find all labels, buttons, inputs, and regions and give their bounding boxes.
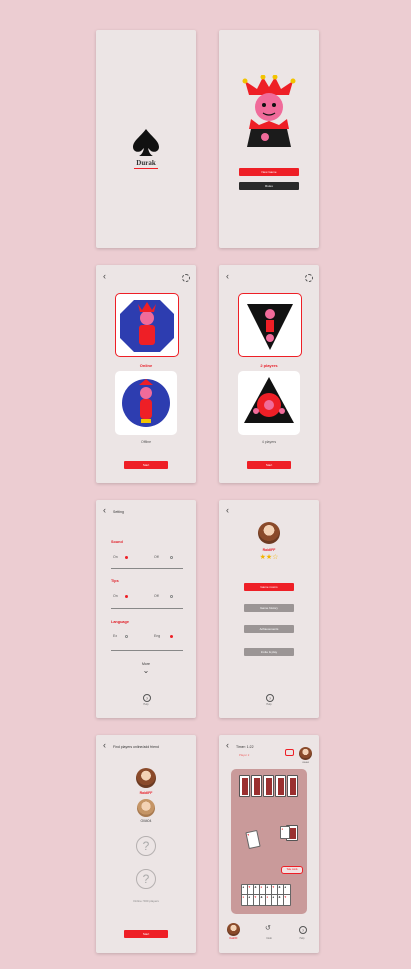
cards-icon — [285, 749, 294, 756]
help-icon[interactable]: ? — [143, 694, 151, 702]
star-outline-icon: ☆ — [272, 554, 279, 561]
settings-title: Setting — [113, 510, 124, 514]
tips-on-radio[interactable] — [125, 595, 128, 598]
rules-button[interactable]: Rules — [239, 182, 299, 190]
gear-icon[interactable] — [182, 274, 190, 282]
splash-screen: Durak — [96, 30, 196, 248]
opponent-card — [239, 775, 250, 797]
timer: Timer: 1:22 — [236, 745, 254, 749]
game-history-button[interactable]: Game history — [244, 604, 294, 612]
sound-label: Sound — [111, 540, 123, 544]
back-arrow-icon[interactable]: ‹ — [226, 506, 229, 515]
help-icon[interactable]: ? — [266, 694, 274, 702]
four-players-card[interactable] — [238, 371, 300, 435]
language-opt1-label: Ex — [113, 634, 118, 638]
back-arrow-icon[interactable]: ‹ — [103, 741, 106, 750]
help-icon[interactable]: ? — [299, 926, 307, 934]
mode-select-screen: ‹ Online Offline Start — [96, 265, 196, 483]
star-rating: ★★☆ — [219, 554, 319, 562]
player-label: Player 2 — [239, 753, 250, 757]
help-label: Help — [299, 938, 305, 940]
online-label: Online — [139, 363, 153, 368]
offline-label: Offline — [140, 440, 152, 444]
opponent-card — [251, 775, 262, 797]
game-screen: ‹ Timer: 1:22 Player 2 Olli404 ♥ ♦ Take … — [219, 735, 319, 953]
tips-off-radio[interactable] — [170, 595, 173, 598]
gear-icon[interactable] — [305, 274, 313, 282]
two-players-card[interactable] — [238, 293, 302, 357]
empty-slot-icon: ? — [136, 869, 156, 889]
sound-on-label: On — [113, 555, 118, 559]
find-players-screen: ‹ Find players online/add friend RaidIFF… — [96, 735, 196, 953]
online-count: Online: 500 players — [133, 899, 159, 903]
opponent-card — [287, 775, 298, 797]
language-label: Language — [111, 620, 129, 624]
player-name: RaidIFF — [229, 938, 238, 940]
players-select-screen: ‹ 2 players 4 players Start — [219, 265, 319, 483]
offline-card[interactable] — [115, 371, 177, 435]
spade-icon — [132, 128, 160, 158]
avatar — [258, 522, 280, 544]
back-arrow-icon[interactable]: ‹ — [226, 741, 229, 750]
help-label: Help — [266, 703, 272, 706]
played-card: ♥ — [245, 829, 261, 850]
app-title: Durak — [136, 159, 156, 167]
player1-name: RaidIFF — [139, 791, 153, 795]
sound-off-label: Off — [154, 555, 159, 559]
divider — [111, 608, 183, 609]
empty-slot-icon: ? — [136, 836, 156, 856]
help-label: Help — [143, 703, 149, 706]
profile-screen: ‹ RaidIFF ★★☆ Game rooms Game history Ac… — [219, 500, 319, 718]
back-arrow-icon[interactable]: ‹ — [103, 506, 106, 515]
avatar — [137, 799, 155, 817]
game-rooms-button[interactable]: Game rooms — [244, 583, 294, 591]
opponent-card — [263, 775, 274, 797]
avatar — [299, 747, 312, 760]
settings-screen: ‹ Setting Sound On Off Tips On Off Langu… — [96, 500, 196, 718]
avatar — [136, 768, 156, 788]
player2-name: Olli404 — [140, 819, 152, 823]
start-button[interactable]: Start — [247, 461, 291, 469]
opponent-name: Olli404 — [302, 762, 309, 764]
tips-off-label: Off — [154, 594, 159, 598]
sound-on-radio[interactable] — [125, 556, 128, 559]
jester-illustration — [241, 74, 297, 147]
game-table: ♥ ♦ Take cards ♠ ♥ ♣ ♦ ♠ ♥ ♣ ♠ ♦ ♠ ♥ ♣ ♦… — [231, 769, 307, 914]
divider — [111, 568, 183, 569]
tips-label: Tips — [111, 579, 119, 583]
new-game-button[interactable]: New Game — [239, 168, 299, 176]
achievements-button[interactable]: Achievements — [244, 625, 294, 633]
hand-card[interactable]: ♥ — [283, 894, 291, 906]
sound-off-radio[interactable] — [170, 556, 173, 559]
find-title: Find players online/add friend — [113, 745, 159, 749]
avatar — [227, 923, 240, 936]
language-opt2-radio[interactable] — [170, 635, 173, 638]
trump-card: ♦ — [280, 826, 290, 839]
undo-label: Undo — [266, 938, 272, 940]
player-hand: ♠ ♥ ♣ ♦ ♠ ♥ ♣ ♠ ♦ ♠ ♥ ♣ ♦ ♠ ♣ ♥ — [241, 884, 299, 908]
online-card[interactable] — [115, 293, 179, 357]
title-underline — [134, 168, 158, 169]
divider — [111, 650, 183, 651]
take-cards-badge[interactable]: Take cards — [281, 866, 303, 874]
profile-name: RaidIFF — [262, 548, 276, 552]
tips-on-label: On — [113, 594, 118, 598]
undo-icon[interactable]: ↺ — [265, 925, 271, 932]
start-button[interactable]: Start — [124, 930, 168, 938]
start-screen: New Game Rules — [219, 30, 319, 248]
language-opt1-radio[interactable] — [125, 635, 128, 638]
back-arrow-icon[interactable]: ‹ — [103, 272, 106, 281]
chevron-down-icon[interactable]: ⌄ — [96, 666, 196, 675]
opponent-card — [275, 775, 286, 797]
back-arrow-icon[interactable]: ‹ — [226, 272, 229, 281]
start-button[interactable]: Start — [124, 461, 168, 469]
language-opt2-label: Eng — [154, 634, 161, 638]
four-players-label: 4 players — [261, 440, 277, 444]
two-players-label: 2 players — [260, 363, 278, 368]
invite-play-button[interactable]: Invite & play — [244, 648, 294, 656]
